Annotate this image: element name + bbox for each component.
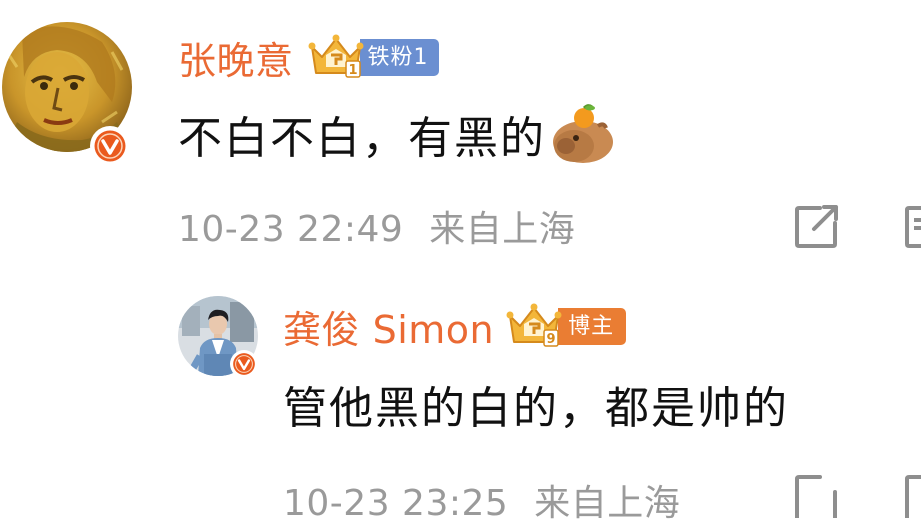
comment-meta: 10-23 22:49 来自上海 [178, 200, 575, 252]
comment-text: 不白不白，有黑的 [178, 104, 616, 164]
user-avatar[interactable] [178, 296, 258, 378]
svg-text:9: 9 [547, 332, 556, 347]
comment-meta: 10-23 23:25 来自上海 [283, 474, 680, 526]
user-avatar[interactable] [2, 22, 132, 166]
comment-item: 张晚意 1 铁粉1 不白不白，有黑的 10-23 22:49 来自上海 [0, 0, 921, 260]
username-link[interactable]: 张晚意 [178, 30, 294, 85]
timestamp: 10-23 22:49 [178, 209, 404, 250]
comment-icon[interactable] [904, 474, 921, 518]
reply-header: 龚俊 Simon 9 博主 [283, 302, 627, 352]
reply-text: 管他黑的白的，都是帅的 [283, 376, 789, 434]
verified-badge-icon [90, 126, 130, 166]
fan-level-badge: 铁粉1 [359, 38, 439, 76]
comment-header: 张晚意 1 铁粉1 [178, 33, 439, 83]
comment-icon[interactable] [904, 205, 921, 249]
svg-text:1: 1 [348, 63, 357, 78]
verified-badge-icon [230, 350, 258, 378]
username-link[interactable]: 龚俊 Simon [283, 299, 494, 354]
comment-body: 管他黑的白的，都是帅的 [283, 383, 789, 434]
capybara-with-orange-emoji-icon [550, 104, 616, 164]
comment-body: 不白不白，有黑的 [178, 113, 546, 164]
fan-crown-icon: 1 [308, 33, 364, 81]
blogger-badge: 博主 [558, 307, 627, 345]
location: 来自上海 [429, 209, 576, 250]
reply-item: 龚俊 Simon 9 博主 管他黑的白的，都是帅的 10-23 23:25 来自… [0, 260, 921, 524]
share-icon[interactable] [794, 205, 840, 249]
blogger-crown-icon: 9 [506, 302, 562, 350]
share-icon[interactable] [794, 474, 840, 518]
